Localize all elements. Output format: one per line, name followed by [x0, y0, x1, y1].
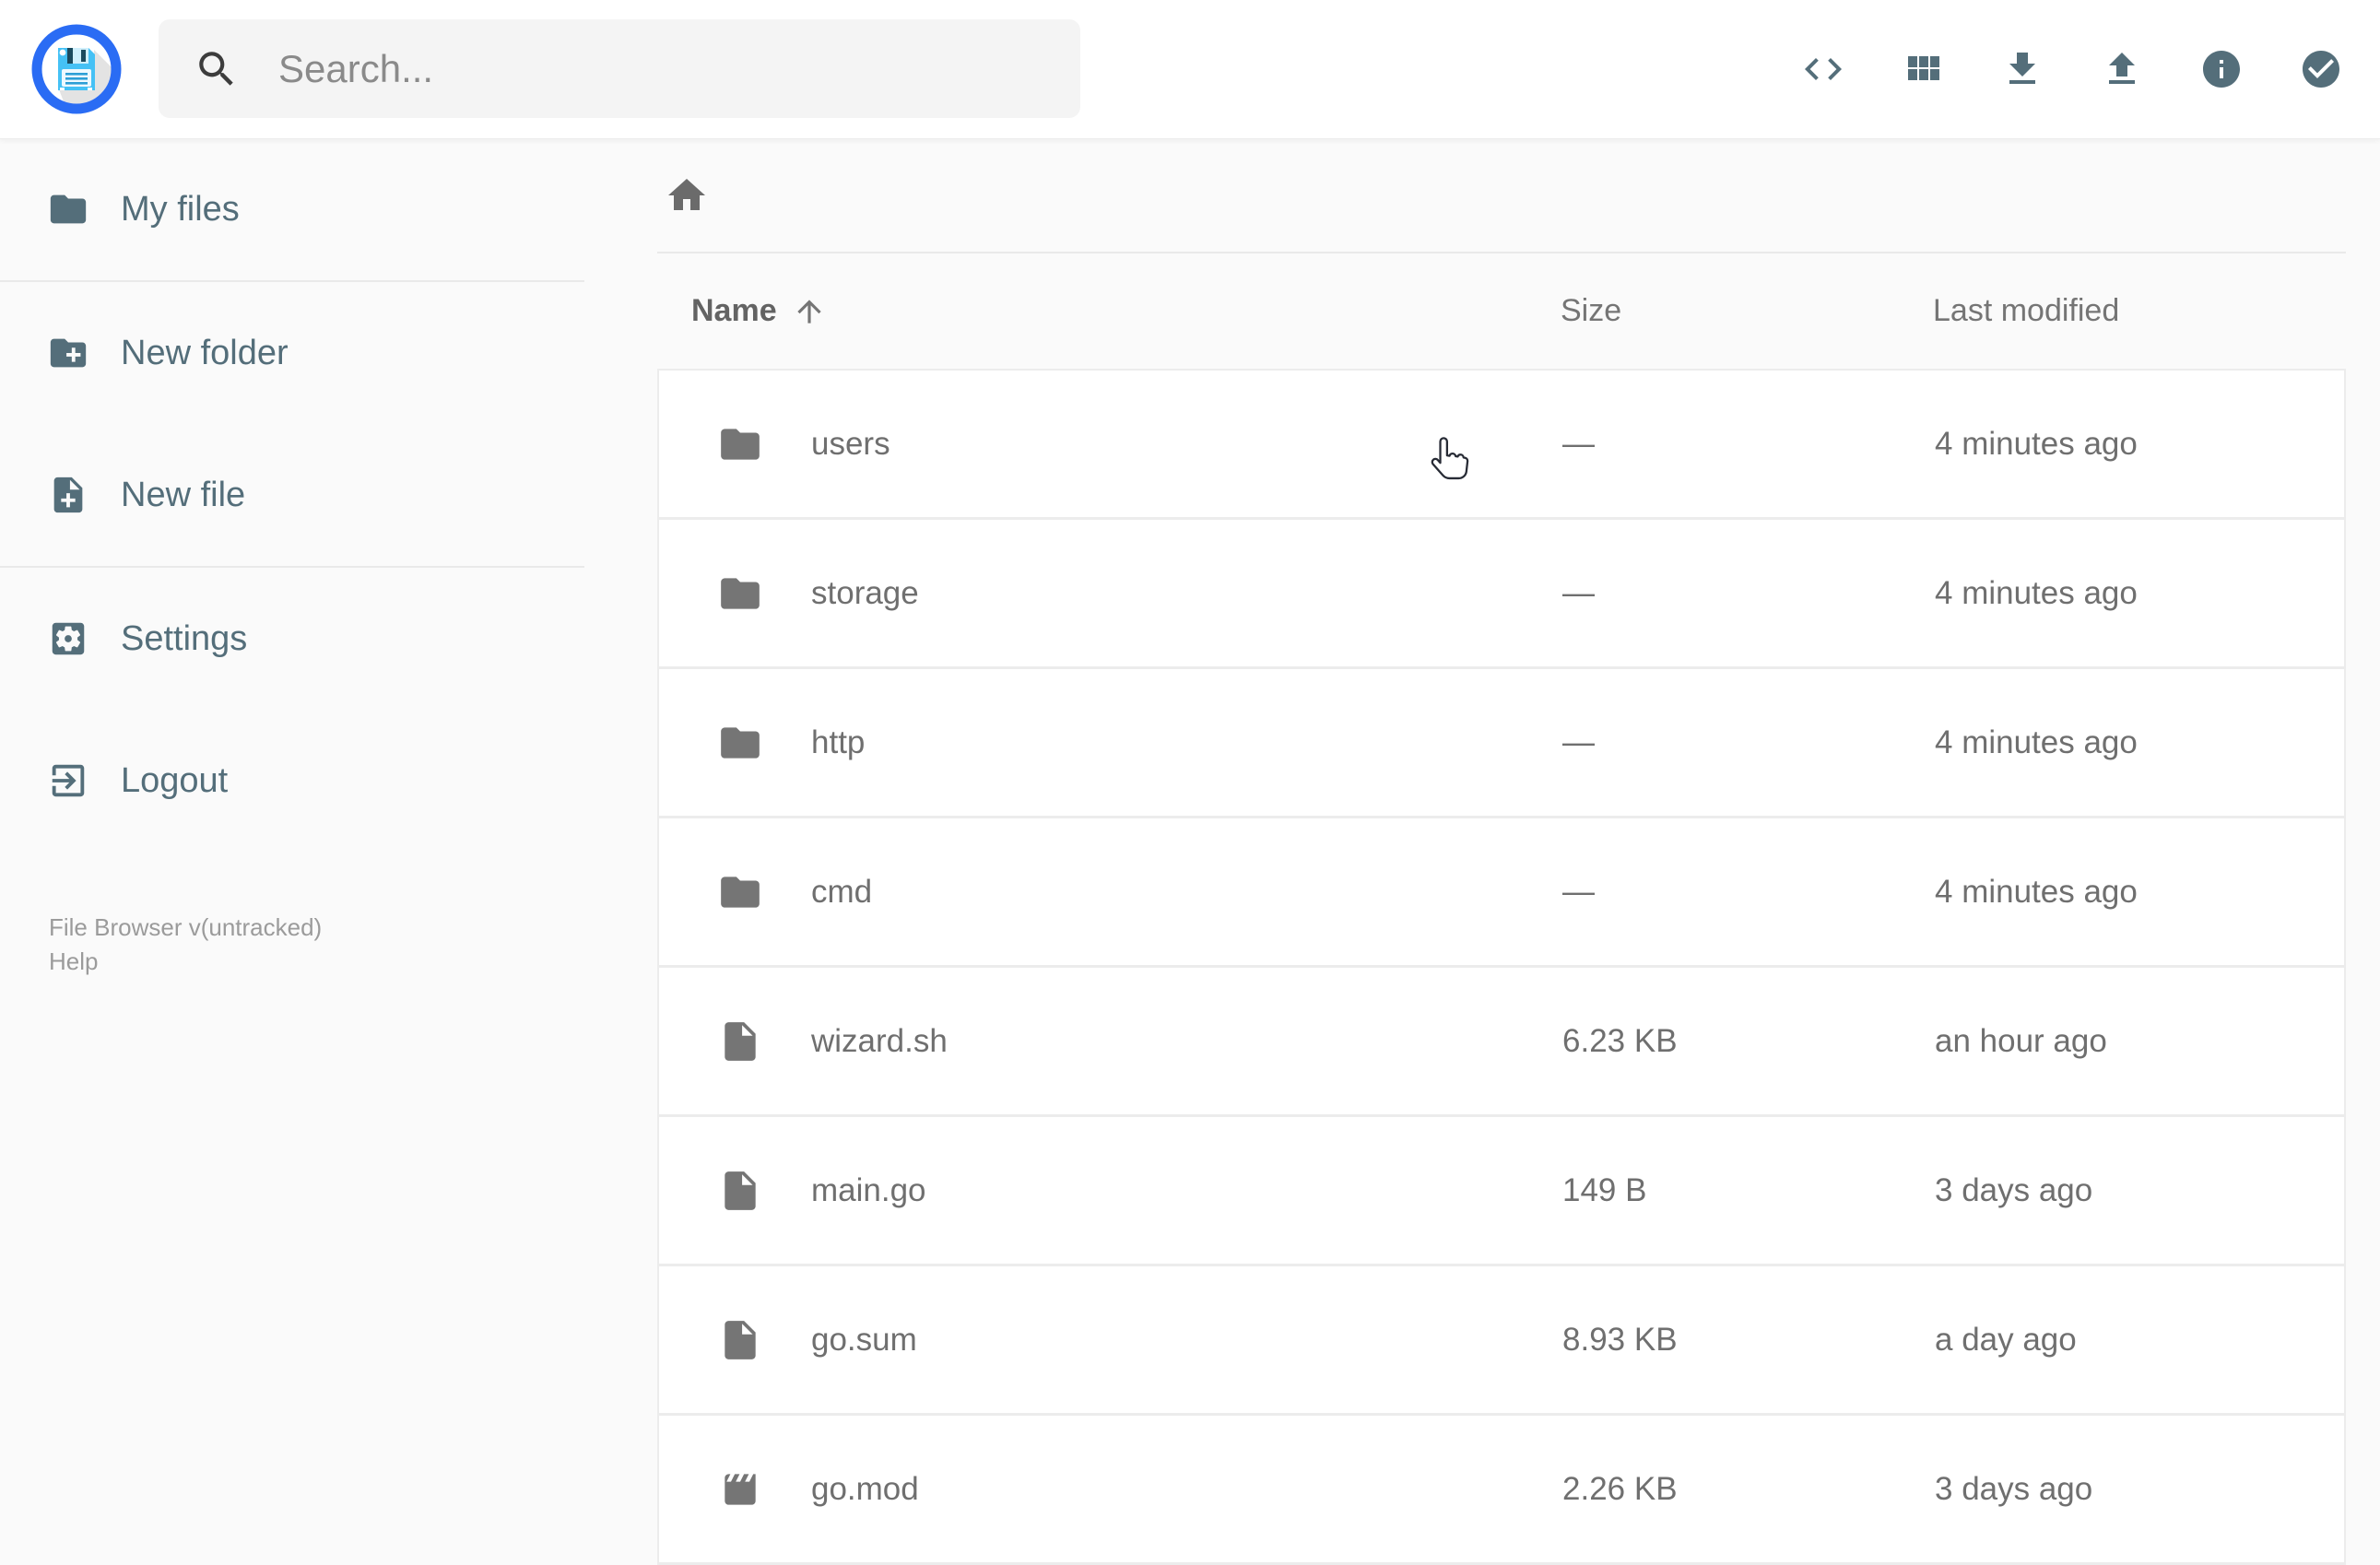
- sidebar-item-logout[interactable]: Logout: [0, 710, 584, 852]
- file-name: wizard.sh: [811, 1022, 948, 1059]
- info-button[interactable]: [2199, 47, 2244, 91]
- sidebar-item-label: New file: [121, 475, 246, 514]
- movie-icon: [717, 1466, 763, 1512]
- file-size: —: [1562, 574, 1595, 611]
- sidebar-item-label: Logout: [121, 760, 229, 800]
- file-rows: users — 4 minutes ago storage — 4 minute…: [657, 369, 2346, 1565]
- sidebar-item-label: My files: [121, 189, 240, 229]
- folder-icon: [717, 421, 763, 467]
- help-link[interactable]: Help: [49, 945, 98, 979]
- column-header-name[interactable]: Name: [691, 253, 827, 369]
- file-size: 8.93 KB: [1562, 1321, 1678, 1358]
- file-modified: 4 minutes ago: [1935, 574, 2138, 611]
- settings-icon: [52, 622, 85, 655]
- file-name: cmd: [811, 873, 873, 910]
- file-modified: 3 days ago: [1935, 1470, 2093, 1507]
- file-icon: [717, 1317, 763, 1363]
- sidebar-footer: File Browser v(untracked) Help: [49, 911, 322, 979]
- file-listing: Name Size Last modified users — 4 minute…: [657, 138, 2346, 1565]
- code-icon: [1805, 58, 1842, 80]
- logout-icon: [52, 764, 85, 797]
- sidebar-item-label: New folder: [121, 333, 289, 372]
- file-size: —: [1562, 724, 1595, 760]
- file-row[interactable]: cmd — 4 minutes ago: [659, 818, 2344, 968]
- raw-view-button[interactable]: [1801, 47, 1845, 91]
- download-button[interactable]: [2000, 47, 2044, 91]
- header: Search...: [0, 0, 2380, 139]
- folder-icon: [717, 720, 763, 766]
- upload-button[interactable]: [2100, 47, 2144, 91]
- file-name: main.go: [811, 1171, 926, 1208]
- download-icon: [2009, 53, 2035, 84]
- sidebar-item-settings[interactable]: Settings: [0, 568, 584, 710]
- file-row[interactable]: http — 4 minutes ago: [659, 669, 2344, 818]
- app-logo[interactable]: [30, 23, 123, 115]
- file-modified: 4 minutes ago: [1935, 873, 2138, 910]
- file-modified: 4 minutes ago: [1935, 425, 2138, 462]
- folder-icon: [717, 869, 763, 915]
- file-size: —: [1562, 425, 1595, 462]
- file-size: —: [1562, 873, 1595, 910]
- file-row[interactable]: go.sum 8.93 KB a day ago: [659, 1266, 2344, 1416]
- check-circle-icon: [2303, 51, 2339, 88]
- upload-icon: [2109, 53, 2135, 84]
- version-text: File Browser v(untracked): [49, 913, 323, 941]
- file-modified: 4 minutes ago: [1935, 724, 2138, 760]
- file-row[interactable]: wizard.sh 6.23 KB an hour ago: [659, 968, 2344, 1117]
- file-name: http: [811, 724, 866, 760]
- sidebar: My files New folder New file Settings Lo…: [0, 138, 584, 1530]
- breadcrumb-home-button[interactable]: [665, 173, 709, 218]
- search-placeholder: Search...: [278, 46, 434, 90]
- file-name: go.mod: [811, 1470, 919, 1507]
- column-header-modified[interactable]: Last modified: [1933, 253, 2119, 369]
- file-size: 6.23 KB: [1562, 1022, 1678, 1059]
- sort-ascending-icon: [796, 299, 821, 324]
- file-modified: 3 days ago: [1935, 1171, 2093, 1208]
- file-row[interactable]: users — 4 minutes ago: [659, 371, 2344, 520]
- home-icon: [668, 178, 705, 210]
- new-folder-icon: [50, 338, 87, 368]
- column-header-size[interactable]: Size: [1561, 253, 1621, 369]
- file-name: users: [811, 425, 890, 462]
- search-bar[interactable]: Search...: [159, 19, 1080, 118]
- new-file-icon: [53, 477, 83, 513]
- file-row[interactable]: storage — 4 minutes ago: [659, 520, 2344, 669]
- table-header: Name Size Last modified: [657, 253, 2346, 369]
- file-modified: a day ago: [1935, 1321, 2077, 1358]
- switch-view-button[interactable]: [1901, 47, 1945, 91]
- header-toolbar: [1801, 0, 2343, 138]
- file-name: storage: [811, 574, 919, 611]
- select-multiple-button[interactable]: [2299, 47, 2343, 91]
- grid-view-icon: [1908, 56, 1939, 80]
- file-row[interactable]: go.mod 2.26 KB 3 days ago: [659, 1416, 2344, 1565]
- file-modified: an hour ago: [1935, 1022, 2107, 1059]
- sidebar-item-new-file[interactable]: New file: [0, 424, 584, 566]
- file-size: 2.26 KB: [1562, 1470, 1678, 1507]
- sidebar-item-new-folder[interactable]: New folder: [0, 282, 584, 424]
- floppy-disk-logo-icon: [31, 24, 122, 114]
- info-icon: [2203, 51, 2240, 88]
- sidebar-item-my-files[interactable]: My files: [0, 138, 584, 280]
- file-row[interactable]: main.go 149 B 3 days ago: [659, 1117, 2344, 1266]
- folder-icon: [717, 571, 763, 617]
- file-size: 149 B: [1562, 1171, 1647, 1208]
- sidebar-item-label: Settings: [121, 618, 248, 658]
- file-icon: [717, 1018, 763, 1065]
- file-name: go.sum: [811, 1321, 917, 1358]
- breadcrumb: [657, 138, 2346, 253]
- search-icon: [199, 51, 233, 86]
- folder-icon: [50, 194, 87, 224]
- file-icon: [717, 1168, 763, 1214]
